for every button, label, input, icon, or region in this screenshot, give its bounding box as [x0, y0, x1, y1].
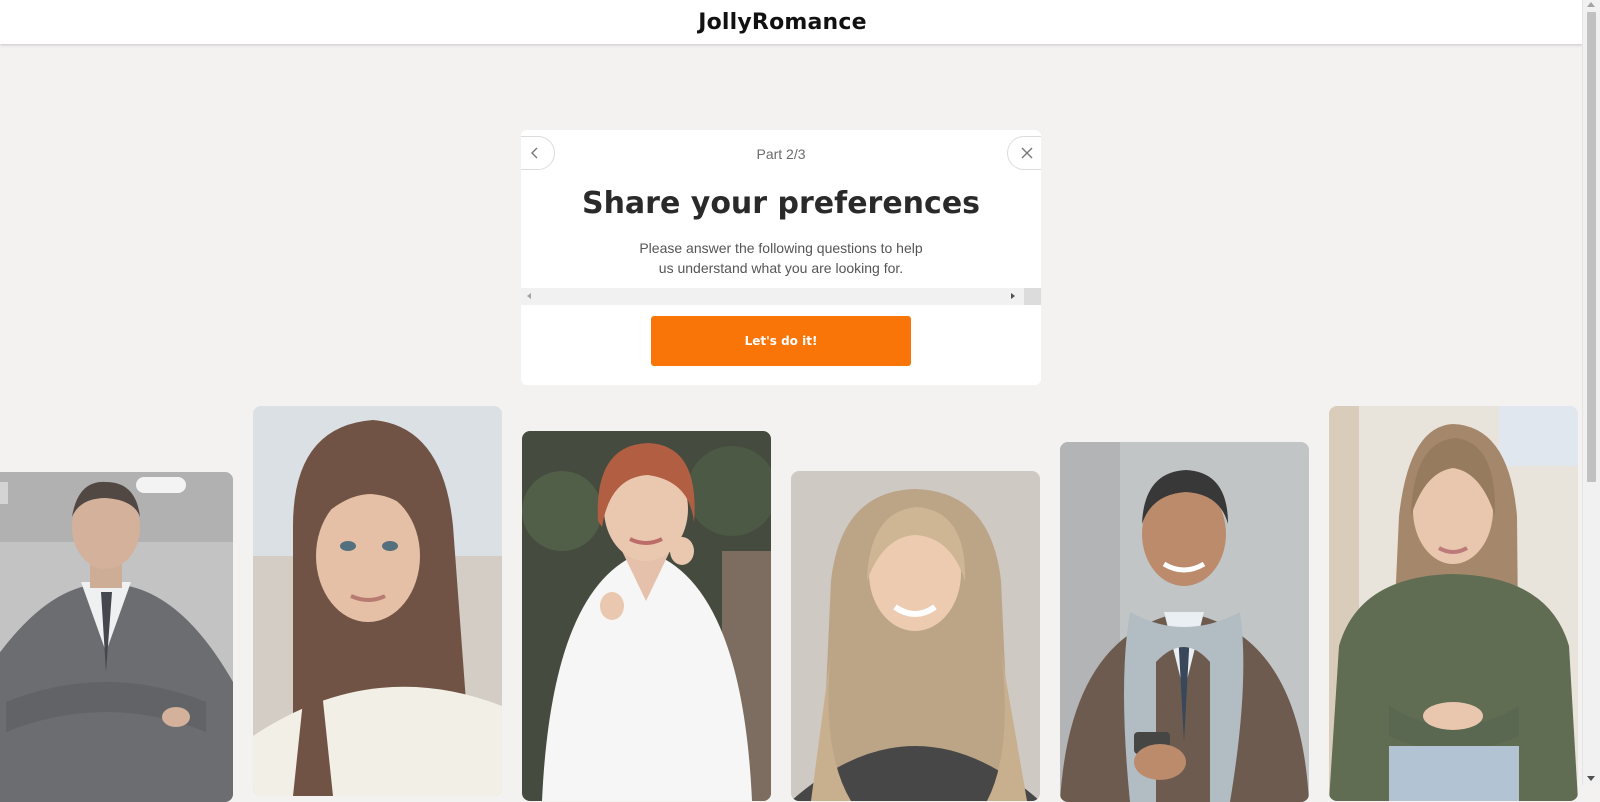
profile-card-5 [1060, 442, 1309, 802]
vertical-scrollbar[interactable] [1582, 0, 1600, 785]
profile-card-6 [1329, 406, 1578, 801]
close-icon [1021, 147, 1033, 159]
site-logo[interactable]: JollyRomance [698, 10, 867, 35]
scrollbar-thumb[interactable] [1587, 12, 1596, 482]
modal-title: Share your preferences [581, 186, 981, 221]
photo-overlay [791, 471, 1040, 801]
lets-do-it-button[interactable]: Let's do it! [651, 316, 911, 366]
photo-overlay [522, 431, 771, 801]
subtitle-line-1: Please answer the following questions to… [639, 240, 923, 256]
photo-overlay [0, 472, 233, 802]
scrollbar-corner [1024, 288, 1041, 305]
profile-card-2 [253, 406, 502, 796]
photo-overlay [253, 406, 502, 796]
scroll-up-arrow-icon[interactable] [1587, 2, 1595, 7]
step-indicator: Part 2/3 [756, 146, 806, 162]
profile-card-1 [0, 472, 233, 802]
subtitle-line-2: us understand what you are looking for. [658, 260, 904, 276]
scroll-down-arrow-icon[interactable] [1587, 776, 1595, 781]
scroll-left-arrow-icon[interactable] [527, 293, 531, 299]
top-bar: JollyRomance [0, 0, 1583, 44]
photo-overlay [1060, 442, 1309, 802]
preferences-modal: Part 2/3 Share your preferences Please a… [521, 130, 1041, 385]
photo-overlay [1329, 406, 1578, 801]
profile-card-4 [791, 471, 1040, 801]
profile-card-3 [522, 431, 771, 801]
scroll-right-arrow-icon[interactable] [1011, 293, 1015, 299]
modal-subtitle: Please answer the following questions to… [611, 238, 951, 278]
close-button[interactable] [1007, 136, 1041, 170]
horizontal-scrollbar[interactable] [521, 288, 1041, 305]
